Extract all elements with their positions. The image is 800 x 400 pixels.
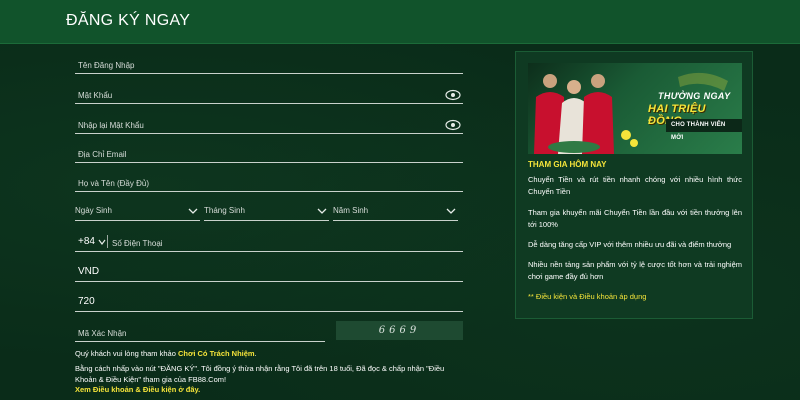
promo-panel: THƯỞNG NGAY HAI TRIỆU ĐỒNG CHO THÀNH VIÊ… <box>515 51 753 319</box>
terms-link[interactable]: Xem Điều khoản & Điều kiện ở đây. <box>75 385 200 394</box>
email-field[interactable] <box>75 139 463 163</box>
promo-paragraph: Tham gia khuyến mãi Chuyển Tiền lần đầu … <box>528 208 742 229</box>
chevron-down-icon <box>188 208 198 214</box>
captcha-input[interactable] <box>78 329 308 338</box>
fullname-field[interactable] <box>75 168 463 192</box>
banner-line-3: CHO THÀNH VIÊN MỚI <box>666 119 742 141</box>
currency-value: VND <box>78 266 100 277</box>
chevron-down-icon <box>446 208 456 214</box>
phone-divider <box>107 235 108 248</box>
captcha-image: 6669 <box>336 321 463 340</box>
username-field[interactable] <box>75 50 463 74</box>
promo-paragraph: Nhiều nền tảng sản phẩm với tỷ lệ cược t… <box>528 260 742 281</box>
chevron-down-icon <box>317 208 327 214</box>
eye-icon[interactable] <box>445 89 461 101</box>
phone-input[interactable] <box>112 239 432 248</box>
phone-field[interactable] <box>75 228 463 252</box>
promo-terms-note[interactable]: ** Điều kiện và Điều khoản áp dụng <box>528 292 646 301</box>
responsible-gaming-link[interactable]: Chơi Có Trách Nhiệm <box>178 349 255 358</box>
password-field[interactable] <box>75 80 463 104</box>
promo-paragraph: Chuyển Tiền và rút tiền nhanh chóng với … <box>528 175 742 196</box>
agreement-text: Bằng cách nhấp vào nút "ĐĂNG KÝ". Tôi đồ… <box>75 364 445 384</box>
currency-field[interactable]: VND <box>75 258 463 282</box>
code-field[interactable]: 720 <box>75 288 463 312</box>
confirm-password-input[interactable] <box>78 121 438 130</box>
header-bar: ĐĂNG KÝ NGAY <box>0 0 800 44</box>
birth-day-label: Ngày Sinh <box>75 206 112 215</box>
phone-prefix-select[interactable]: +84 <box>78 236 95 247</box>
birth-month-label: Tháng Sinh <box>204 206 245 215</box>
page-title: ĐĂNG KÝ NGAY <box>66 12 191 29</box>
fullname-input[interactable] <box>78 179 438 188</box>
responsible-note-text: Quý khách vui lòng tham khảo <box>75 349 178 358</box>
responsible-note: Quý khách vui lòng tham khảo Chơi Có Trá… <box>75 348 257 359</box>
birth-year-select[interactable]: Năm Sinh <box>333 197 458 221</box>
code-value: 720 <box>78 296 95 307</box>
birth-day-select[interactable]: Ngày Sinh <box>75 197 200 221</box>
birth-month-select[interactable]: Tháng Sinh <box>204 197 329 221</box>
promo-title: THAM GIA HÔM NAY <box>528 160 607 169</box>
responsible-note-suffix: . <box>254 349 257 358</box>
captcha-field[interactable] <box>75 318 325 342</box>
birth-year-label: Năm Sinh <box>333 206 369 215</box>
password-input[interactable] <box>78 91 438 100</box>
confirm-password-field[interactable] <box>75 110 463 134</box>
promo-paragraph: Dễ dàng tăng cấp VIP với thêm nhiều ưu đ… <box>528 240 732 249</box>
chevron-down-icon[interactable] <box>98 239 106 245</box>
banner-line-1: THƯỞNG NGAY <box>658 91 731 101</box>
promo-banner[interactable]: THƯỞNG NGAY HAI TRIỆU ĐỒNG CHO THÀNH VIÊ… <box>528 63 742 154</box>
eye-icon[interactable] <box>445 119 461 131</box>
username-input[interactable] <box>78 61 438 70</box>
email-input[interactable] <box>78 150 438 159</box>
